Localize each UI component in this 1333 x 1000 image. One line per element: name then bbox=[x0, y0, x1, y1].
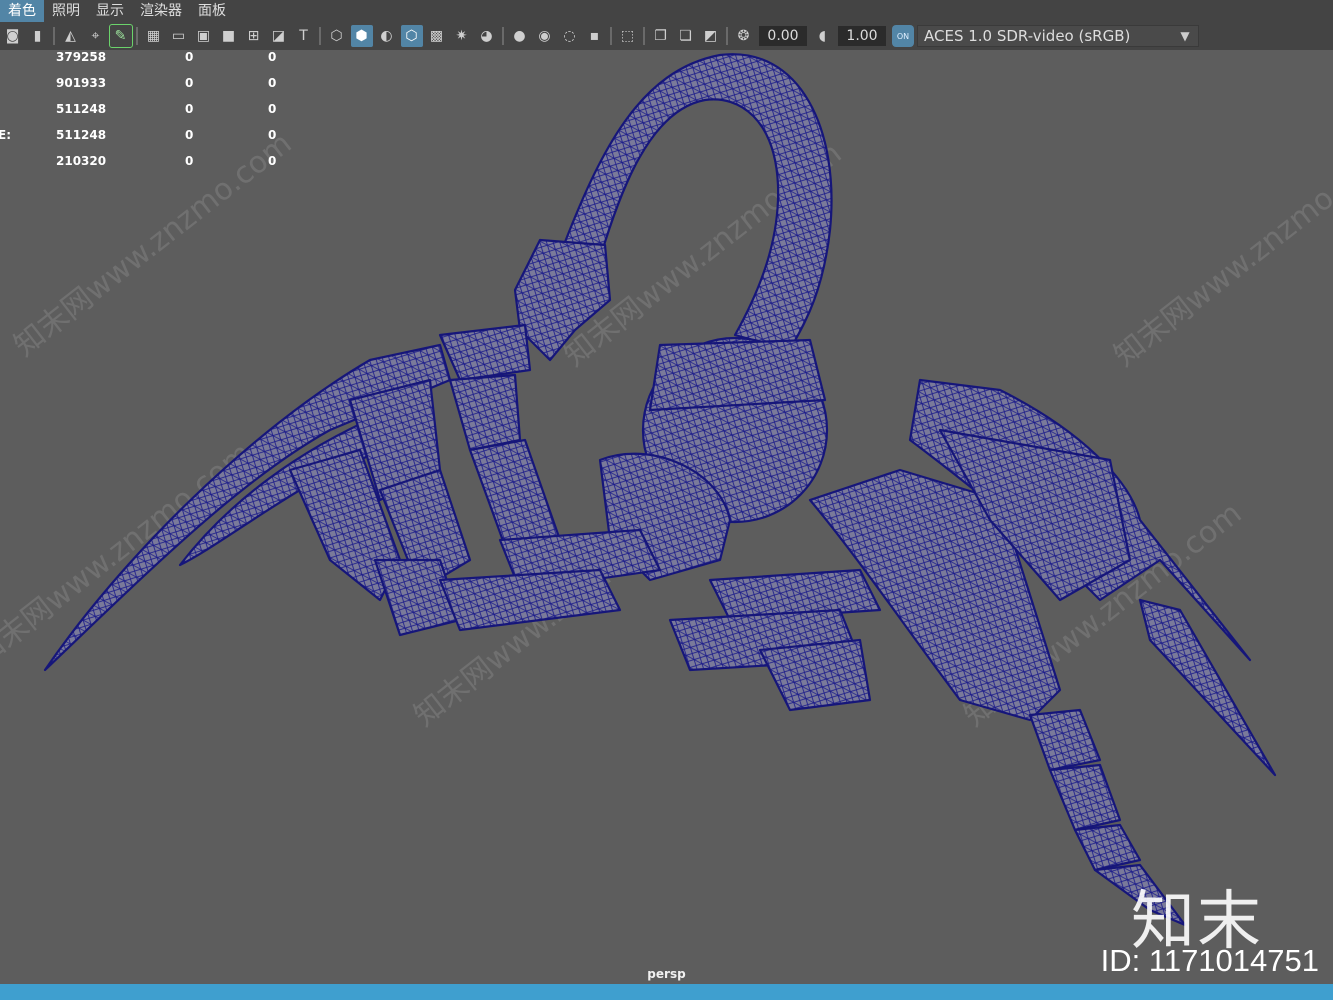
toolbar-divider bbox=[53, 27, 55, 45]
toolbar-divider bbox=[643, 27, 645, 45]
toolbar-divider bbox=[726, 27, 728, 45]
field-chart-icon[interactable]: ⊞ bbox=[243, 25, 265, 47]
motion-blur-icon[interactable]: ◉ bbox=[534, 25, 556, 47]
watermark-id: ID: 1171014751 bbox=[1100, 943, 1319, 978]
isolate-select-icon[interactable]: ⬚ bbox=[617, 25, 639, 47]
use-all-lights-icon[interactable]: ✷ bbox=[451, 25, 473, 47]
xray-icon[interactable]: ❐ bbox=[650, 25, 672, 47]
xray-joints-icon[interactable]: ❏ bbox=[675, 25, 697, 47]
image-plane-icon[interactable]: ◭ bbox=[60, 25, 82, 47]
wireframe-model[interactable] bbox=[0, 50, 1333, 984]
viewport-persp[interactable]: 知末网www.znzmo.com 知末网www.znzmo.com 知末网www… bbox=[0, 50, 1333, 984]
anti-aliasing-icon[interactable]: ◌ bbox=[559, 25, 581, 47]
color-space-dropdown[interactable]: ACES 1.0 SDR-video (sRGB) ▼ bbox=[917, 25, 1199, 47]
grid-icon[interactable]: ▦ bbox=[143, 25, 165, 47]
menu-shading[interactable]: 着色 bbox=[0, 0, 44, 22]
toolbar-divider bbox=[502, 27, 504, 45]
chevron-down-icon[interactable]: ▼ bbox=[1172, 25, 1198, 47]
menu-panels[interactable]: 面板 bbox=[190, 0, 234, 22]
exposure-icon[interactable]: ❂ bbox=[733, 25, 755, 47]
toolbar-divider bbox=[319, 27, 321, 45]
color-space-value: ACES 1.0 SDR-video (sRGB) bbox=[924, 27, 1131, 45]
grease-pencil-icon[interactable]: ✎ bbox=[108, 24, 133, 48]
bookmark-icon[interactable]: ▮ bbox=[27, 25, 49, 47]
toolbar-divider bbox=[136, 27, 138, 45]
camera-attributes-icon[interactable]: ⌖ bbox=[85, 25, 107, 47]
gamma-icon[interactable]: ◖ bbox=[812, 25, 834, 47]
camera-select-icon[interactable]: ◙ bbox=[2, 25, 24, 47]
screen-space-ao-icon[interactable]: ● bbox=[509, 25, 531, 47]
color-management-toggle[interactable]: ON bbox=[892, 25, 914, 47]
menu-show[interactable]: 显示 bbox=[88, 0, 132, 22]
menu-renderer[interactable]: 渲染器 bbox=[132, 0, 190, 22]
depth-of-field-icon[interactable]: ▪ bbox=[584, 25, 606, 47]
gate-mask-icon[interactable]: ■ bbox=[218, 25, 240, 47]
menu-bar: 着色 照明 显示 渲染器 面板 bbox=[0, 0, 1333, 22]
safe-action-icon[interactable]: ◪ bbox=[268, 25, 290, 47]
status-bar bbox=[0, 984, 1333, 1000]
exposure-field[interactable]: 0.00 bbox=[759, 26, 807, 46]
safe-title-icon[interactable]: T bbox=[293, 25, 315, 47]
wireframe-icon[interactable]: ⬡ bbox=[326, 25, 348, 47]
viewport-toolbar: ◙ ▮ ◭ ⌖ ✎ ▦ ▭ ▣ ■ ⊞ ◪ T ⬡ ⬢ ◐ ⬡ ▩ ✷ ◕ ● … bbox=[0, 22, 1333, 50]
toolbar-divider bbox=[610, 27, 612, 45]
xray-components-icon[interactable]: ◩ bbox=[700, 25, 722, 47]
resolution-gate-icon[interactable]: ▣ bbox=[193, 25, 215, 47]
film-gate-icon[interactable]: ▭ bbox=[168, 25, 190, 47]
menu-lighting[interactable]: 照明 bbox=[44, 0, 88, 22]
shadows-icon[interactable]: ◕ bbox=[476, 25, 498, 47]
default-material-icon[interactable]: ◐ bbox=[376, 25, 398, 47]
textured-icon[interactable]: ▩ bbox=[426, 25, 448, 47]
wireframe-on-shaded-icon[interactable]: ⬡ bbox=[400, 25, 423, 47]
gamma-field[interactable]: 1.00 bbox=[838, 26, 886, 46]
smooth-shade-icon[interactable]: ⬢ bbox=[350, 25, 373, 47]
